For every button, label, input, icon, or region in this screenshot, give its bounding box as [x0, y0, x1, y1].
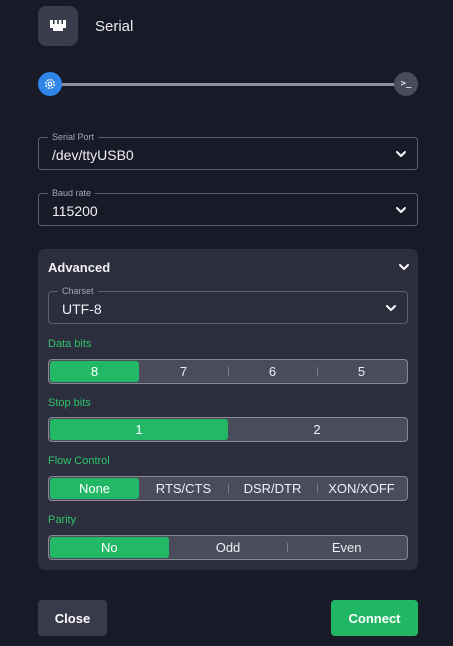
terminal-icon: >_ — [400, 79, 412, 89]
serial-port-label: Serial Port — [48, 132, 99, 143]
step-settings[interactable] — [38, 72, 62, 96]
stop-bits-toggle: 1 2 — [48, 417, 408, 442]
parity-label: Parity — [48, 514, 77, 526]
data-bits-label: Data bits — [48, 338, 92, 350]
stepper-track — [50, 83, 406, 86]
parity-option-even[interactable]: Even — [287, 537, 406, 558]
chevron-down-icon[interactable] — [398, 261, 410, 273]
charset-select[interactable]: Charset UTF-8 — [48, 286, 408, 324]
flow-control-toggle: None RTS/CTS DSR/DTR XON/XOFF — [48, 476, 408, 501]
chevron-down-icon — [396, 151, 406, 157]
stop-bits-label: Stop bits — [48, 397, 91, 409]
stop-bits-option-1[interactable]: 1 — [50, 419, 228, 440]
chevron-down-icon — [386, 305, 396, 311]
data-bits-option-8[interactable]: 8 — [50, 361, 139, 382]
flow-control-option-rts-cts[interactable]: RTS/CTS — [139, 478, 228, 499]
data-bits-toggle: 8 7 6 5 — [48, 359, 408, 384]
stop-bits-option-2[interactable]: 2 — [228, 419, 406, 440]
parity-option-odd[interactable]: Odd — [169, 537, 288, 558]
charset-label: Charset — [58, 286, 98, 297]
advanced-panel: Advanced Charset UTF-8 Data bits 8 7 6 5… — [38, 249, 418, 570]
settings-gear-icon — [45, 79, 55, 89]
parity-option-no[interactable]: No — [50, 537, 169, 558]
flow-control-option-none[interactable]: None — [50, 478, 139, 499]
advanced-title: Advanced — [48, 260, 111, 275]
dialog-header: Serial — [38, 6, 133, 46]
serial-port-select[interactable]: Serial Port /dev/ttyUSB0 — [38, 132, 418, 170]
dialog-title: Serial — [95, 17, 134, 35]
connection-stepper: >_ — [38, 72, 418, 96]
connect-button[interactable]: Connect — [331, 600, 418, 636]
data-bits-option-5[interactable]: 5 — [317, 361, 406, 382]
ethernet-port-icon — [38, 6, 78, 46]
parity-toggle: No Odd Even — [48, 535, 408, 560]
data-bits-option-7[interactable]: 7 — [139, 361, 228, 382]
baud-rate-value: 115200 — [52, 203, 98, 219]
flow-control-option-xon-xoff[interactable]: XON/XOFF — [317, 478, 406, 499]
close-button[interactable]: Close — [38, 600, 107, 636]
flow-control-option-dsr-dtr[interactable]: DSR/DTR — [228, 478, 317, 499]
baud-rate-select[interactable]: Baud rate 115200 — [38, 188, 418, 226]
step-terminal[interactable]: >_ — [394, 72, 418, 96]
chevron-down-icon — [396, 207, 406, 213]
data-bits-option-6[interactable]: 6 — [228, 361, 317, 382]
baud-rate-label: Baud rate — [48, 188, 96, 199]
charset-value: UTF-8 — [62, 301, 102, 317]
flow-control-label: Flow Control — [48, 455, 110, 467]
serial-port-value: /dev/ttyUSB0 — [52, 147, 134, 163]
